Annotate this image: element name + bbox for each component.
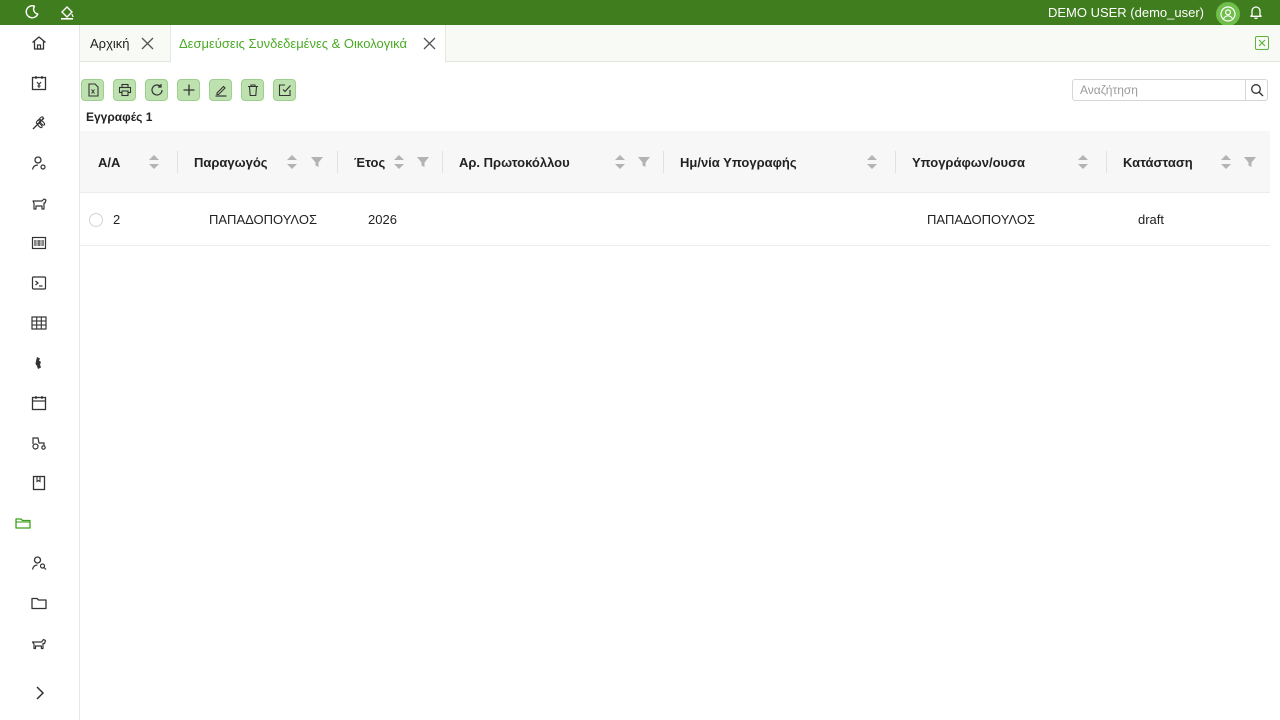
excel-export-icon[interactable]	[81, 79, 104, 101]
home-icon[interactable]	[29, 33, 49, 53]
cell-aa: 2	[113, 212, 121, 227]
table-row[interactable]: 2 ΠΑΠΑΔΟΠΟΥΛΟΣ 2026 ΠΑΠΑΔΟΠΟΥΛΟΣ draft	[80, 193, 1270, 246]
column-header-producer[interactable]: Παραγωγός	[178, 131, 338, 193]
sort-icon[interactable]	[1077, 151, 1089, 173]
sort-icon[interactable]	[614, 151, 626, 173]
close-icon[interactable]	[421, 36, 437, 52]
row-select-radio[interactable]	[89, 213, 103, 227]
sort-icon[interactable]	[148, 151, 160, 173]
calendar-money-icon[interactable]	[29, 73, 49, 93]
close-icon[interactable]	[140, 36, 156, 52]
cell-status: draft	[1138, 212, 1165, 227]
tab-commitments[interactable]: Δεσμεύσεις Συνδεδεμένες & Οικολογικά	[170, 25, 447, 62]
sort-icon[interactable]	[866, 151, 878, 173]
column-header-label: Ημ/νία Υπογραφής	[680, 154, 797, 170]
tab-commitments-label: Δεσμεύσεις Συνδεδεμένες & Οικολογικά	[179, 36, 408, 51]
column-header-status[interactable]: Κατάσταση	[1107, 131, 1270, 193]
folder-open-icon[interactable]	[13, 513, 33, 533]
moon-icon[interactable]	[22, 2, 42, 22]
cell-signer: ΠΑΠΑΔΟΠΟΥΛΟΣ	[927, 212, 1035, 227]
chevron-right-icon[interactable]	[30, 683, 50, 703]
column-header-label: Κατάσταση	[1123, 154, 1193, 170]
column-header-signer[interactable]: Υπογράφων/ουσα	[896, 131, 1107, 193]
column-header-label: Παραγωγός	[194, 154, 268, 170]
calendar-icon[interactable]	[29, 393, 49, 413]
filter-icon[interactable]	[637, 155, 651, 169]
bell-icon[interactable]	[1246, 2, 1266, 22]
edit-icon[interactable]	[209, 79, 232, 101]
table-header: Α/Α Παραγωγός Έτος Αρ. Πρωτοκόλλου Ημ/νί…	[80, 131, 1270, 193]
column-header-label: Υπογράφων/ουσα	[912, 154, 1025, 170]
filter-icon[interactable]	[416, 155, 430, 169]
search-icon[interactable]	[1245, 80, 1267, 100]
print-icon[interactable]	[113, 79, 136, 101]
close-all-tabs-icon[interactable]	[1255, 36, 1269, 50]
user-search-icon[interactable]	[29, 553, 49, 573]
search-box	[1072, 79, 1268, 101]
book-icon[interactable]	[29, 473, 49, 493]
animal-icon[interactable]	[29, 633, 49, 653]
sort-icon[interactable]	[1220, 151, 1232, 173]
filter-icon[interactable]	[1243, 155, 1257, 169]
column-header-protocol[interactable]: Αρ. Πρωτοκόλλου	[443, 131, 664, 193]
column-header-sign-date[interactable]: Ημ/νία Υπογραφής	[664, 131, 896, 193]
wheat-icon[interactable]	[29, 113, 49, 133]
user-avatar-icon[interactable]	[1216, 2, 1240, 26]
sort-icon[interactable]	[286, 151, 298, 173]
approve-icon[interactable]	[273, 79, 296, 101]
delete-icon[interactable]	[241, 79, 264, 101]
search-input[interactable]	[1073, 80, 1247, 100]
records-count: Εγγραφές 1	[86, 110, 153, 124]
sort-icon[interactable]	[393, 151, 405, 173]
tab-home-label: Αρχική	[90, 36, 130, 51]
column-header-label: Έτος	[354, 154, 386, 170]
paint-bucket-icon[interactable]	[57, 2, 77, 22]
tab-bar: Αρχική Δεσμεύσεις Συνδεδεμένες & Οικολογ…	[80, 25, 1280, 62]
tractor-icon[interactable]	[29, 433, 49, 453]
sidebar	[0, 25, 80, 720]
data-table: Α/Α Παραγωγός Έτος Αρ. Πρωτοκόλλου Ημ/νί…	[80, 131, 1270, 246]
cell-year: 2026	[368, 212, 397, 227]
filter-icon[interactable]	[310, 155, 324, 169]
folder-icon[interactable]	[29, 593, 49, 613]
terminal-icon[interactable]	[29, 273, 49, 293]
user-settings-icon[interactable]	[29, 153, 49, 173]
barcode-icon[interactable]	[29, 233, 49, 253]
refresh-icon[interactable]	[145, 79, 168, 101]
column-header-aa[interactable]: Α/Α	[80, 131, 178, 193]
user-name-label: DEMO USER (demo_user)	[1047, 5, 1204, 20]
table-icon[interactable]	[29, 313, 49, 333]
tab-home[interactable]: Αρχική	[90, 25, 156, 62]
top-bar: DEMO USER (demo_user)	[0, 0, 1280, 26]
column-header-year[interactable]: Έτος	[338, 131, 443, 193]
cow-icon[interactable]	[29, 193, 49, 213]
cell-producer: ΠΑΠΑΔΟΠΟΥΛΟΣ	[209, 212, 317, 227]
map-icon[interactable]	[29, 353, 49, 373]
add-icon[interactable]	[177, 79, 200, 101]
column-header-label: Α/Α	[98, 154, 121, 170]
column-header-label: Αρ. Πρωτοκόλλου	[459, 154, 570, 170]
